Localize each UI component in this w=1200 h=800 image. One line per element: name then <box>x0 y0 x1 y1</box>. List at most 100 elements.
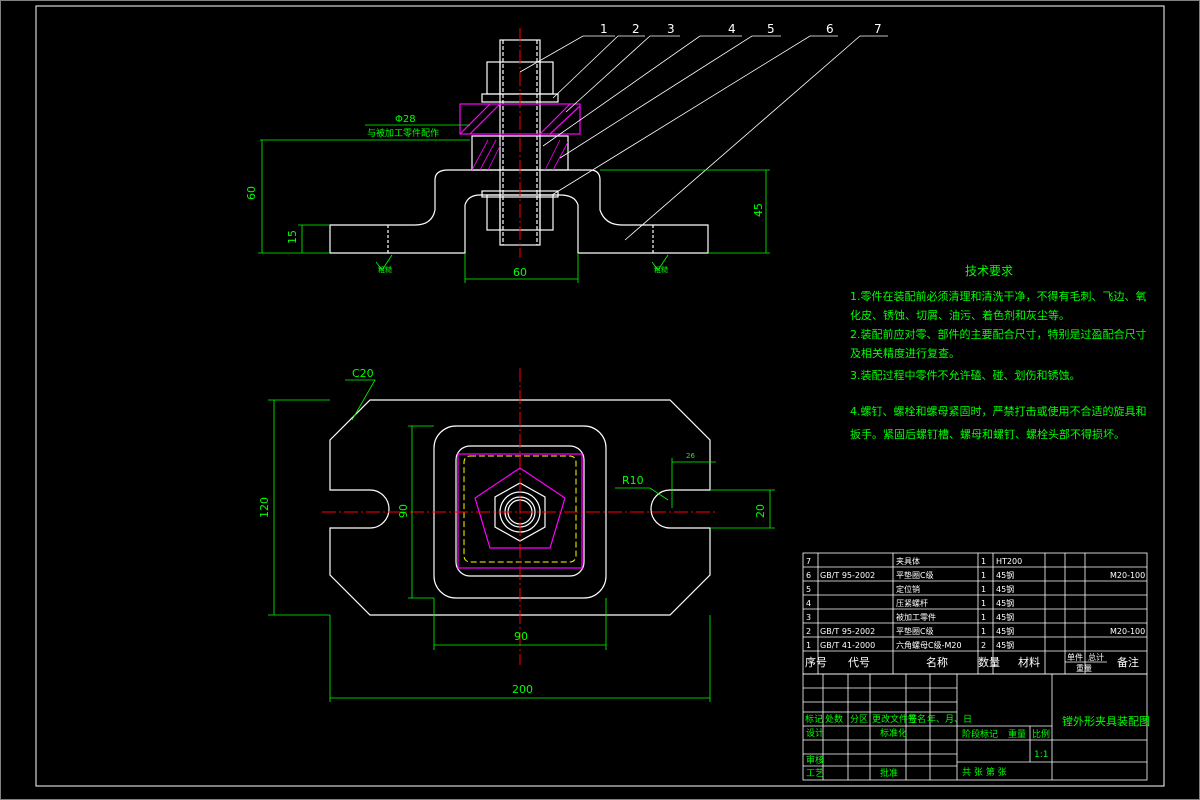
dim-overall-height: 60 <box>245 186 258 200</box>
radius-label: R10 <box>622 474 644 487</box>
parts-cell-no: 5 <box>806 585 811 594</box>
top-dim-text: C20 R10 26 120 90 90 200 20 <box>258 367 767 696</box>
scale-label: 比例 <box>1032 728 1050 740</box>
dim-slot-width: 20 <box>754 504 767 518</box>
balloon-2: 2 <box>632 22 640 36</box>
rev-zone: 分区 <box>850 714 868 725</box>
tech-line-3: 2.装配前应对零、部件的主要配合尺寸，特别是过盈配合尺寸 <box>850 327 1147 341</box>
top-centerlines <box>322 368 718 665</box>
parts-cell-code: GB/T 95-2002 <box>820 627 875 636</box>
parts-cell-qty: 2 <box>981 641 986 650</box>
balloon-5: 5 <box>767 22 775 36</box>
tech-line-2: 化皮、锈蚀、切屑、油污、着色剂和灰尘等。 <box>850 308 1070 322</box>
parts-cell-material: 45钢 <box>996 598 1014 608</box>
parts-cell-name: 六角螺母C级-M20 <box>896 640 962 650</box>
drawing-canvas: 1 2 3 4 5 6 7 60 15 45 60 Φ28 与被加工零件配作 粗… <box>0 0 1200 800</box>
parts-cell-name: 压紧螺杆 <box>896 598 928 608</box>
dia-label: Φ28 <box>395 114 416 125</box>
parts-cell-note: M20-100 <box>1110 571 1145 580</box>
hdr-weight: 重量 <box>1076 663 1092 673</box>
roughness-left: 粗糙 <box>378 265 392 274</box>
parts-cell-material: 45钢 <box>996 640 1014 650</box>
parts-cell-no: 6 <box>806 571 811 580</box>
rev-mark: 标记 <box>805 713 823 725</box>
parts-cell-material: 45钢 <box>996 626 1014 636</box>
approve-label: 批准 <box>880 767 898 779</box>
scale-value: 1:1 <box>1034 750 1048 760</box>
balloon-leaders <box>519 35 888 241</box>
hdr-total: 总计 <box>1088 652 1104 662</box>
std-label: 标准化 <box>880 727 907 739</box>
balloon-labels: 1 2 3 4 5 6 7 <box>600 22 882 36</box>
parts-cell-qty: 1 <box>981 557 986 566</box>
parts-cell-name: 夹具体 <box>896 556 920 566</box>
balloon-4: 4 <box>728 22 736 36</box>
dim-slot-top: 26 <box>686 452 695 460</box>
hdr-code: 代号 <box>848 656 870 669</box>
role-design: 设计 <box>806 727 824 739</box>
rev-count: 处数 <box>825 713 843 725</box>
hdr-qty: 数量 <box>978 656 1000 669</box>
parts-cell-name: 平垫圈C级 <box>896 626 934 636</box>
balloon-1: 1 <box>600 22 608 36</box>
dim-overall-width: 200 <box>512 683 533 696</box>
parts-cell-no: 1 <box>806 641 811 650</box>
parts-cell-material: 45钢 <box>996 584 1014 594</box>
parts-rows: 7 夹具体 1 HT200 6 GB/T 95-2002 平垫圈C级 1 45钢 M20-100 5… <box>806 556 1145 650</box>
parts-header: 序号 代号 名称 数量 材料 单件 总计 重量 备注 <box>805 652 1139 673</box>
tech-requirements: 技术要求 1.零件在装配前必须清理和清洗干净，不得有毛刺、飞边、氧 化皮、锈蚀、… <box>850 264 1147 441</box>
parts-cell-code: GB/T 95-2002 <box>820 571 875 580</box>
parts-cell-name: 平垫圈C级 <box>896 570 934 580</box>
parts-cell-no: 2 <box>806 627 811 636</box>
sheets-label: 共 张 第 张 <box>962 766 1007 778</box>
balloon-6: 6 <box>826 22 834 36</box>
tech-line-7: 4.螺钉、螺栓和螺母紧固时，严禁打击或使用不合适的旋具和 <box>850 404 1147 418</box>
parts-cell-qty: 1 <box>981 627 986 636</box>
tech-title: 技术要求 <box>965 264 1013 278</box>
tech-line-4: 及相关精度进行复查。 <box>850 346 960 360</box>
parts-cell-no: 3 <box>806 613 811 622</box>
balloon-3: 3 <box>667 22 675 36</box>
hdr-material: 材料 <box>1018 655 1040 669</box>
front-view <box>329 39 709 254</box>
dim-right-height: 45 <box>752 203 765 217</box>
role-review: 审核 <box>806 754 824 766</box>
hdr-note: 备注 <box>1117 655 1139 669</box>
rev-date: 年、月、日 <box>927 713 972 725</box>
dim-foot-thickness: 15 <box>286 230 299 244</box>
balloon-7: 7 <box>874 22 882 36</box>
parts-cell-qty: 1 <box>981 571 986 580</box>
parts-cell-note: M20-100 <box>1110 627 1145 636</box>
dim-bottom-width: 60 <box>513 266 527 279</box>
parts-cell-qty: 1 <box>981 613 986 622</box>
dim-inner-height: 90 <box>397 504 410 518</box>
hdr-no: 序号 <box>805 655 827 669</box>
parts-cell-material: 45钢 <box>996 612 1014 622</box>
role-process: 工艺 <box>806 768 824 779</box>
tech-line-8: 扳手。紧固后螺钉槽、螺母和螺钉、螺栓头部不得损坏。 <box>850 427 1125 441</box>
note-label: 与被加工零件配作 <box>367 127 439 139</box>
drawing-title: 镗外形夹具装配图 <box>1062 714 1150 728</box>
dim-left-height: 120 <box>258 497 271 518</box>
title-block-text: 镗外形夹具装配图 标记 处数 分区 更改文件号 签名 年、月、日 设计 标准化 … <box>805 713 1150 779</box>
parts-cell-no: 4 <box>806 599 811 608</box>
stage-label: 阶段标记 <box>962 728 998 740</box>
dim-inner-width: 90 <box>514 630 528 643</box>
parts-cell-no: 7 <box>806 557 811 566</box>
roughness-right: 粗糙 <box>654 265 668 274</box>
weight-label: 重量 <box>1008 728 1026 740</box>
parts-cell-code: GB/T 41-2000 <box>820 641 875 650</box>
parts-cell-name: 定位销 <box>896 584 920 594</box>
parts-cell-material: HT200 <box>996 557 1022 566</box>
tech-line-1: 1.零件在装配前必须清理和清洗干净，不得有毛刺、飞边、氧 <box>850 289 1147 303</box>
parts-cell-qty: 1 <box>981 599 986 608</box>
hdr-name: 名称 <box>926 655 948 669</box>
parts-cell-material: 45钢 <box>996 570 1014 580</box>
chamfer-label: C20 <box>352 367 374 380</box>
tech-line-5: 3.装配过程中零件不允许磕、碰、划伤和锈蚀。 <box>850 368 1081 382</box>
fixture-body-section <box>329 169 709 254</box>
parts-cell-name: 被加工零件 <box>896 612 936 622</box>
front-dimensions <box>258 124 770 283</box>
rev-sign: 签名 <box>908 713 926 725</box>
hdr-single: 单件 <box>1067 652 1083 662</box>
